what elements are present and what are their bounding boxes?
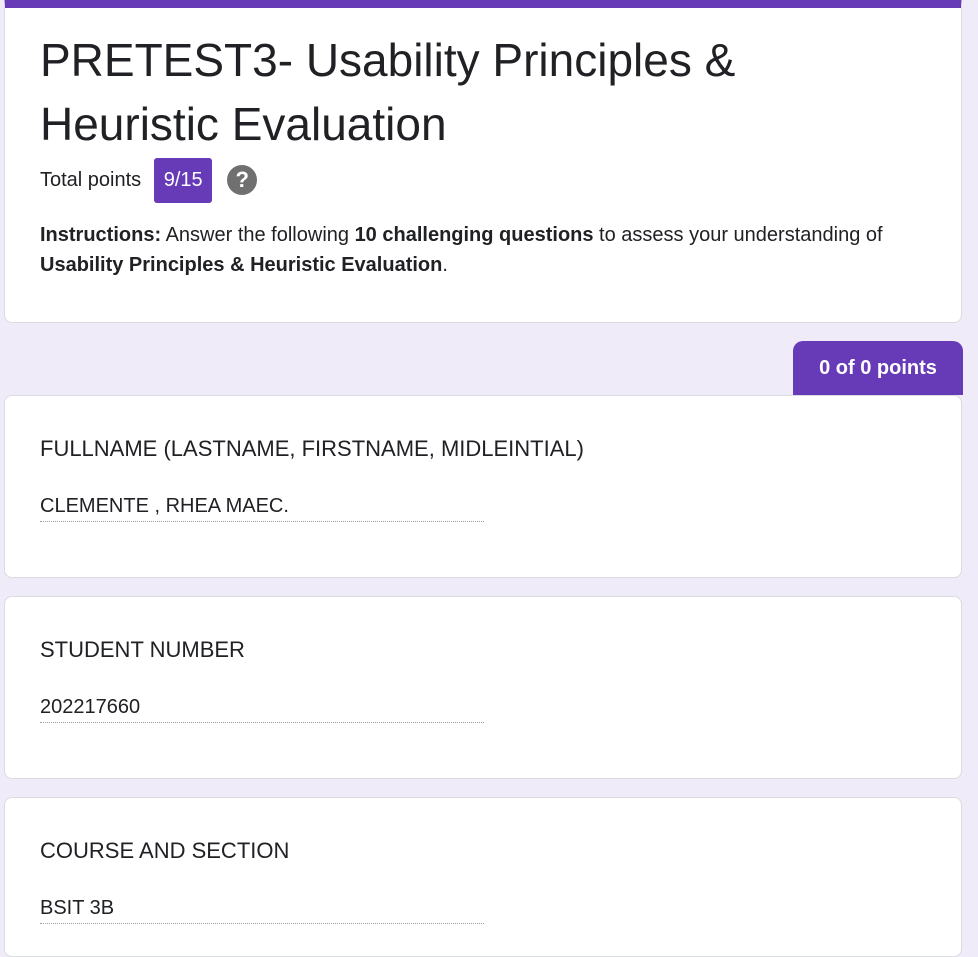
instructions-lead: Instructions: (40, 224, 162, 246)
instructions-text: to assess your understanding of (593, 224, 883, 246)
instructions-bold-topic: Usability Principles & Heuristic Evaluat… (40, 254, 443, 276)
instructions-text: . (442, 254, 448, 276)
question-title: STUDENT NUMBER (40, 637, 245, 662)
question-card-student-number: STUDENT NUMBER 202217660 (4, 596, 962, 779)
instructions-bold-count: 10 challenging questions (354, 224, 594, 246)
total-points-label: Total points (40, 168, 142, 191)
answer-field: 202217660 (40, 693, 484, 723)
question-title: FULLNAME (LASTNAME, FIRSTNAME, MIDLEINTI… (40, 436, 584, 461)
instructions-text: Answer the following (161, 224, 355, 246)
form-title: PRETEST3- Usability Principles & Heurist… (40, 34, 736, 150)
question-card-course-section: COURSE AND SECTION BSIT 3B (4, 797, 962, 957)
total-points-row: Total points 9/15 ? (40, 157, 258, 203)
question-card-fullname: FULLNAME (LASTNAME, FIRSTNAME, MIDLEINTI… (4, 395, 962, 578)
form-header-card: PRETEST3- Usability Principles & Heurist… (4, 0, 962, 323)
answer-field: BSIT 3B (40, 894, 484, 924)
question-title: COURSE AND SECTION (40, 838, 290, 863)
answer-field: CLEMENTE , RHEA MAEC. (40, 492, 484, 522)
form-instructions: Instructions: Answer the following 10 ch… (40, 220, 940, 280)
total-points-badge: 9/15 (154, 157, 213, 203)
section-points-badge: 0 of 0 points (793, 341, 963, 395)
help-circle-icon[interactable]: ? (227, 165, 258, 195)
